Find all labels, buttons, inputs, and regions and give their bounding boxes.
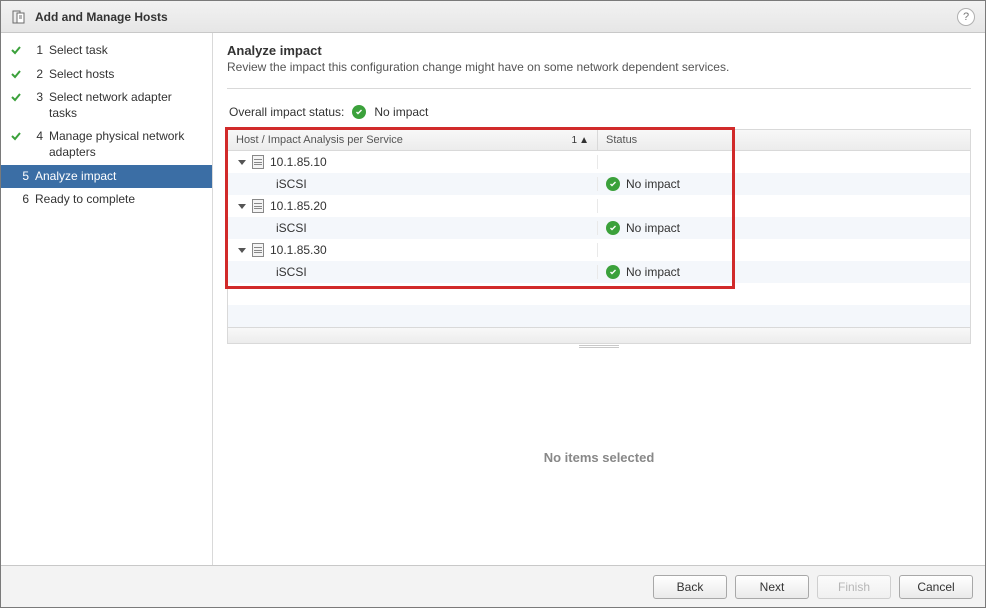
table-row[interactable]: iSCSI No impact xyxy=(228,261,970,283)
col-header-status[interactable]: Status xyxy=(598,130,970,150)
wizard-body: 1 Select task 2 Select hosts 3 Select ne… xyxy=(1,33,985,565)
ok-icon xyxy=(606,221,620,235)
chevron-down-icon[interactable] xyxy=(238,160,246,165)
status-text: No impact xyxy=(626,177,680,191)
wizard-steps-sidebar: 1 Select task 2 Select hosts 3 Select ne… xyxy=(1,33,213,565)
step-number: 2 xyxy=(29,67,43,81)
ok-icon xyxy=(606,265,620,279)
host-label: 10.1.85.20 xyxy=(270,199,327,213)
step-label: Analyze impact xyxy=(35,169,202,185)
ok-icon xyxy=(606,177,620,191)
service-label: iSCSI xyxy=(276,221,307,235)
overall-impact-status: Overall impact status: No impact xyxy=(229,105,971,119)
step-label: Manage physical network adapters xyxy=(49,129,202,160)
status-text: No impact xyxy=(626,265,680,279)
step-number: 4 xyxy=(29,129,43,143)
host-icon xyxy=(252,199,264,213)
table-row[interactable]: 10.1.85.30 xyxy=(228,239,970,261)
wizard-buttons: Back Next Finish Cancel xyxy=(1,565,985,607)
details-empty: No items selected xyxy=(227,349,971,565)
table-row[interactable]: iSCSI No impact xyxy=(228,217,970,239)
step-label: Select hosts xyxy=(49,67,202,83)
cancel-button[interactable]: Cancel xyxy=(899,575,973,599)
step-number: 5 xyxy=(15,169,29,183)
window-title: Add and Manage Hosts xyxy=(35,10,168,24)
chevron-down-icon[interactable] xyxy=(238,248,246,253)
check-icon xyxy=(9,43,23,57)
col-header-host[interactable]: Host / Impact Analysis per Service 1 ▲ xyxy=(228,130,598,150)
table-row[interactable]: iSCSI No impact xyxy=(228,173,970,195)
table-footer xyxy=(228,327,970,343)
help-icon[interactable]: ? xyxy=(957,8,975,26)
host-icon xyxy=(252,155,264,169)
table-row[interactable]: 10.1.85.20 xyxy=(228,195,970,217)
step-ready-to-complete: 6 Ready to complete xyxy=(1,188,212,212)
step-label: Select task xyxy=(49,43,202,59)
table-row[interactable]: 10.1.85.10 xyxy=(228,151,970,173)
overall-value: No impact xyxy=(374,105,428,119)
col-header-host-label: Host / Impact Analysis per Service xyxy=(236,134,403,146)
check-icon xyxy=(9,129,23,143)
next-button[interactable]: Next xyxy=(735,575,809,599)
ok-icon xyxy=(352,105,366,119)
empty-rows xyxy=(228,283,970,327)
step-label: Ready to complete xyxy=(35,192,202,208)
impact-table-wrap: Host / Impact Analysis per Service 1 ▲ S… xyxy=(227,129,971,344)
check-icon xyxy=(9,67,23,81)
overall-label: Overall impact status: xyxy=(229,105,344,119)
wizard-window: Add and Manage Hosts ? 1 Select task 2 S… xyxy=(0,0,986,608)
col-header-status-label: Status xyxy=(606,134,637,146)
titlebar: Add and Manage Hosts ? xyxy=(1,1,985,33)
table-header: Host / Impact Analysis per Service 1 ▲ S… xyxy=(228,130,970,151)
table-body: 10.1.85.10 iSCSI No impact xyxy=(228,151,970,327)
back-button[interactable]: Back xyxy=(653,575,727,599)
divider xyxy=(227,88,971,89)
host-icon xyxy=(252,243,264,257)
sort-indicator: 1 ▲ xyxy=(572,135,589,146)
finish-button: Finish xyxy=(817,575,891,599)
status-text: No impact xyxy=(626,221,680,235)
step-number: 1 xyxy=(29,43,43,57)
service-label: iSCSI xyxy=(276,177,307,191)
step-number: 6 xyxy=(15,192,29,206)
step-select-hosts[interactable]: 2 Select hosts xyxy=(1,63,212,87)
wizard-main: Analyze impact Review the impact this co… xyxy=(213,33,985,565)
service-label: iSCSI xyxy=(276,265,307,279)
sort-asc-icon: ▲ xyxy=(579,135,589,146)
chevron-down-icon[interactable] xyxy=(238,204,246,209)
step-label: Select network adapter tasks xyxy=(49,90,202,121)
page-title: Analyze impact xyxy=(227,43,971,58)
step-select-network-adapter-tasks[interactable]: 3 Select network adapter tasks xyxy=(1,86,212,125)
step-analyze-impact[interactable]: 5 Analyze impact xyxy=(1,165,212,189)
step-number: 3 xyxy=(29,90,43,104)
host-label: 10.1.85.30 xyxy=(270,243,327,257)
step-manage-physical-network-adapters[interactable]: 4 Manage physical network adapters xyxy=(1,125,212,164)
page-subtitle: Review the impact this configuration cha… xyxy=(227,60,971,74)
step-select-task[interactable]: 1 Select task xyxy=(1,39,212,63)
host-label: 10.1.85.10 xyxy=(270,155,327,169)
check-icon xyxy=(9,90,23,104)
impact-table: Host / Impact Analysis per Service 1 ▲ S… xyxy=(227,129,971,344)
hosts-icon xyxy=(11,9,27,25)
